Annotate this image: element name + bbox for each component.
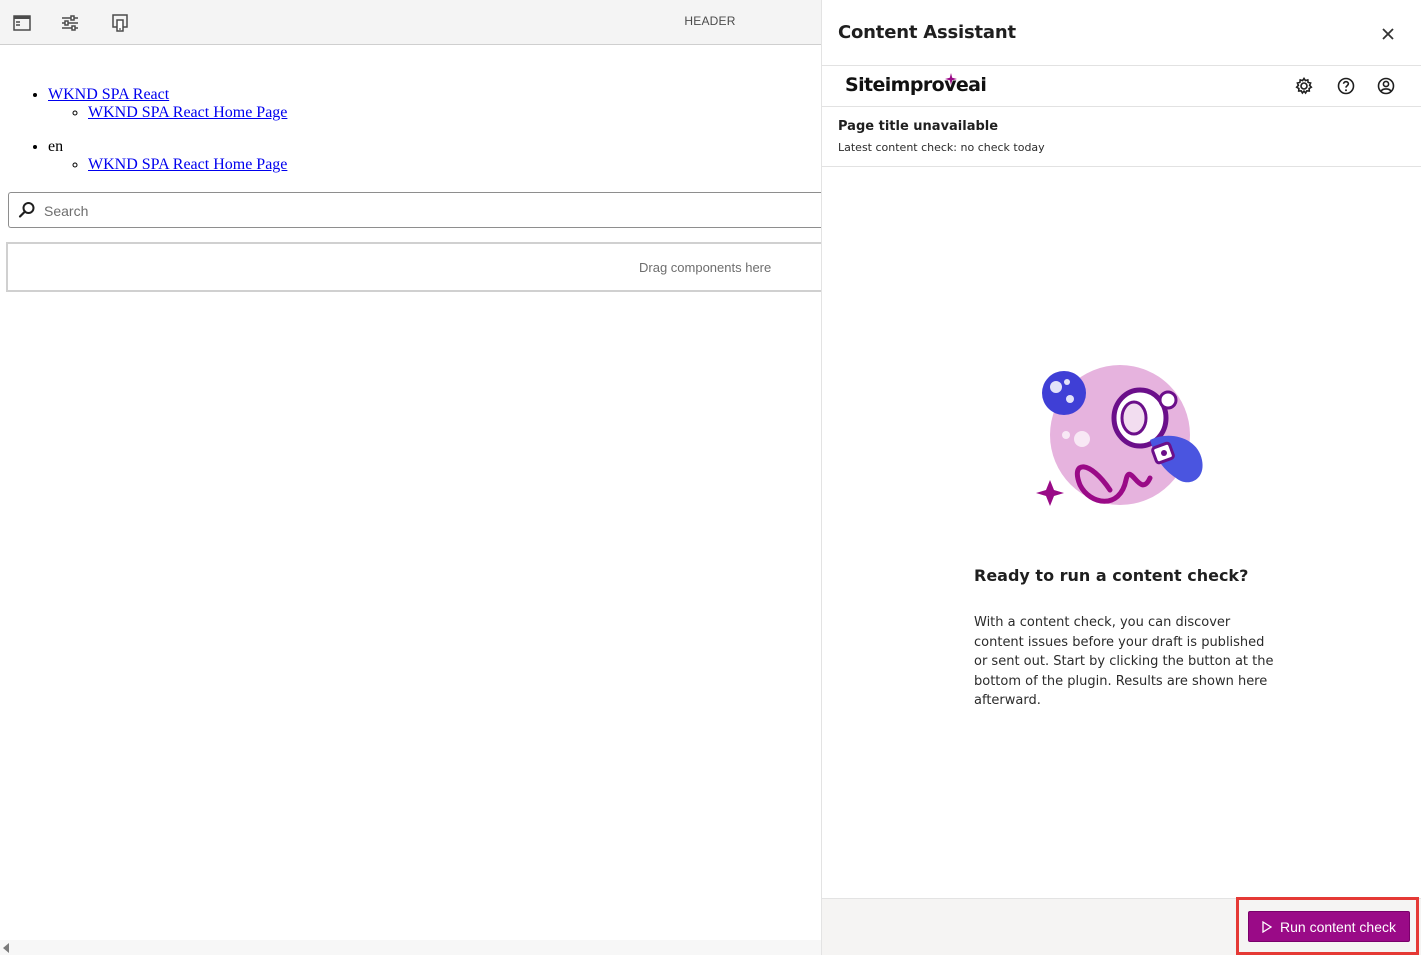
nav-item-language: en: [48, 138, 64, 155]
nav-link-home-page[interactable]: WKND SPA React Home Page: [88, 104, 287, 121]
properties-sliders-icon[interactable]: [58, 11, 82, 35]
siteimprove-logo: Siteimproveai: [845, 74, 987, 96]
sparkle-icon: [945, 73, 957, 85]
astronaut-illustration: [1036, 365, 1203, 506]
nav-item: en WKND SPA React Home Page: [48, 138, 287, 174]
latest-check-status: Latest content check: no check today: [838, 141, 1045, 154]
panel-title: Content Assistant: [838, 22, 1016, 43]
content-assistant-panel: Content Assistant Siteimproveai Page tit…: [821, 0, 1421, 955]
panel-footer: Run content check: [822, 897, 1421, 955]
drop-zone-label: Drag components here: [639, 260, 772, 275]
play-icon: [1262, 920, 1273, 933]
component-drop-zone[interactable]: Drag components here: [6, 242, 821, 292]
horizontal-scrollbar[interactable]: [0, 940, 821, 955]
divider: [822, 106, 1421, 107]
navigation-tree: WKND SPA React WKND SPA React Home Page …: [8, 86, 287, 190]
settings-gear-icon[interactable]: [1294, 76, 1314, 96]
brand-suffix: ai: [968, 74, 987, 96]
editor-toolbar: HEADER: [0, 0, 821, 45]
page-title: Page title unavailable: [838, 119, 999, 134]
divider: [822, 166, 1421, 167]
help-question-icon[interactable]: [1336, 76, 1356, 96]
search-input[interactable]: [42, 199, 806, 223]
header-label: HEADER: [684, 14, 736, 28]
close-icon[interactable]: [1378, 24, 1398, 44]
search-icon: [18, 202, 35, 218]
run-content-check-button[interactable]: Run content check: [1248, 911, 1410, 942]
search-field[interactable]: [8, 192, 821, 228]
divider: [822, 65, 1421, 66]
ready-description: With a content check, you can discover c…: [974, 615, 1274, 709]
nav-link-wknd-spa-react[interactable]: WKND SPA React: [48, 86, 169, 103]
account-user-icon[interactable]: [1376, 76, 1396, 96]
nav-item: WKND SPA React WKND SPA React Home Page: [48, 86, 287, 122]
scroll-left-arrow-icon[interactable]: [3, 943, 9, 953]
emulator-devices-icon[interactable]: [108, 11, 132, 35]
page-editor: HEADER WKND SPA React WKND SPA React Hom…: [0, 0, 821, 955]
nav-link-home-page[interactable]: WKND SPA React Home Page: [88, 156, 287, 173]
run-button-label: Run content check: [1280, 918, 1396, 935]
ready-heading: Ready to run a content check?: [974, 566, 1249, 585]
side-panel-icon[interactable]: [10, 11, 34, 35]
